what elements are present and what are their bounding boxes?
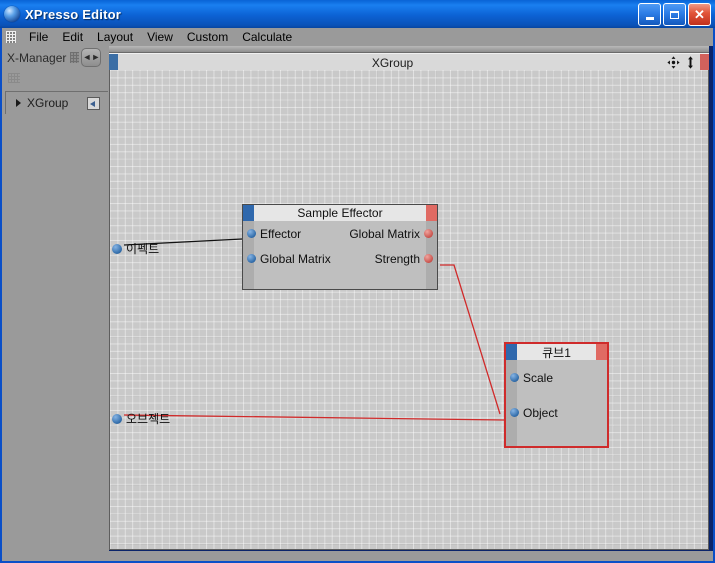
node-sample-effector[interactable]: Sample Effector Effector Global Matrix G… xyxy=(242,204,438,290)
wire-strength-to-scale xyxy=(440,264,501,415)
input-port-effector[interactable] xyxy=(247,229,256,238)
output-port-global-matrix[interactable] xyxy=(424,229,433,238)
canvas-area: XGroup 이펙트 오브젝트 Sample Effector Effector… xyxy=(109,46,709,551)
node-output-marker xyxy=(426,205,437,221)
effect-port-label: 이펙트 xyxy=(126,242,160,256)
node-port-row: Global Matrix Strength xyxy=(243,246,437,271)
node-port-row: Scale xyxy=(506,360,607,395)
connection-wires xyxy=(123,238,505,421)
move-icon[interactable] xyxy=(667,56,680,69)
input-port-object[interactable] xyxy=(510,408,519,417)
menu-item-file[interactable]: File xyxy=(22,28,55,46)
object-port[interactable]: 오브젝트 xyxy=(112,410,170,427)
node-port-row: Effector Global Matrix xyxy=(243,221,437,246)
input-label-object: Object xyxy=(523,405,558,420)
panel-grip-icon[interactable] xyxy=(70,52,80,63)
window-controls: ✕ xyxy=(638,3,711,26)
close-icon: ✕ xyxy=(694,7,705,22)
wire-object-to-object xyxy=(123,414,505,421)
menu-bar: File Edit Layout View Custom Calculate xyxy=(2,28,713,46)
menu-grip-icon[interactable] xyxy=(6,31,16,43)
node-body: Scale Object xyxy=(506,360,607,446)
input-port-scale[interactable] xyxy=(510,373,519,382)
node-input-marker xyxy=(506,344,517,360)
close-button[interactable]: ✕ xyxy=(688,3,711,26)
window-title: XPresso Editor xyxy=(25,6,121,22)
minimize-icon xyxy=(645,16,654,20)
sidebar-item-xgroup[interactable]: XGroup xyxy=(5,91,108,114)
x-manager-panel: X-Manager ◄► XGroup xyxy=(2,46,109,561)
effect-port-dot[interactable] xyxy=(112,243,122,254)
xpresso-editor-window: XPresso Editor ✕ File Edit Layout View C… xyxy=(0,0,715,563)
input-port-global-matrix[interactable] xyxy=(247,254,256,263)
output-port-strength[interactable] xyxy=(424,254,433,263)
sidebar-item-label: XGroup xyxy=(27,96,69,110)
node-cube1[interactable]: 큐브1 Scale Object xyxy=(504,342,609,448)
effect-port[interactable]: 이펙트 xyxy=(112,240,159,257)
output-label-strength: Strength xyxy=(374,251,420,266)
menu-item-calculate[interactable]: Calculate xyxy=(235,28,299,46)
xgroup-node-icon[interactable] xyxy=(87,97,100,110)
panel-nav-button[interactable]: ◄► xyxy=(81,48,102,67)
chevron-right-icon[interactable] xyxy=(16,99,21,107)
menu-item-edit[interactable]: Edit xyxy=(55,28,90,46)
node-input-marker xyxy=(243,205,254,221)
menu-item-custom[interactable]: Custom xyxy=(180,28,235,46)
toolbar-grip-icon[interactable] xyxy=(8,73,20,83)
menu-item-view[interactable]: View xyxy=(140,28,180,46)
input-label-effector: Effector xyxy=(260,226,302,241)
node-body: Effector Global Matrix Global Matrix Str… xyxy=(243,221,437,289)
canvas-header-icons xyxy=(667,56,697,69)
x-manager-title: X-Manager xyxy=(7,50,67,65)
x-manager-header: X-Manager ◄► xyxy=(2,46,109,69)
node-graph-board[interactable]: 이펙트 오브젝트 Sample Effector Effector Global… xyxy=(109,70,709,550)
x-manager-toolbar xyxy=(2,69,109,91)
canvas-title: XGroup xyxy=(371,55,414,70)
node-title-bar[interactable]: 큐브1 xyxy=(506,344,607,360)
output-label-global-matrix: Global Matrix xyxy=(349,226,420,241)
node-title: Sample Effector xyxy=(297,206,383,220)
node-output-marker xyxy=(596,344,607,360)
maximize-icon xyxy=(670,10,679,19)
canvas-output-marker xyxy=(700,54,709,71)
input-label-scale: Scale xyxy=(523,370,554,385)
up-down-arrow-icon[interactable] xyxy=(684,56,697,69)
title-bar[interactable]: XPresso Editor ✕ xyxy=(0,0,715,28)
canvas-drag-bar[interactable] xyxy=(109,46,709,53)
object-port-label: 오브젝트 xyxy=(126,412,171,426)
status-strip xyxy=(2,551,713,561)
canvas-input-marker xyxy=(109,54,118,71)
menu-item-layout[interactable]: Layout xyxy=(90,28,140,46)
object-port-dot[interactable] xyxy=(112,413,122,424)
maximize-button[interactable] xyxy=(663,3,686,26)
input-label-global-matrix: Global Matrix xyxy=(260,251,331,266)
minimize-button[interactable] xyxy=(638,3,661,26)
node-port-row: Object xyxy=(506,395,607,430)
xpresso-sphere-icon xyxy=(4,6,20,22)
node-title: 큐브1 xyxy=(542,345,571,360)
node-title-bar[interactable]: Sample Effector xyxy=(243,205,437,221)
